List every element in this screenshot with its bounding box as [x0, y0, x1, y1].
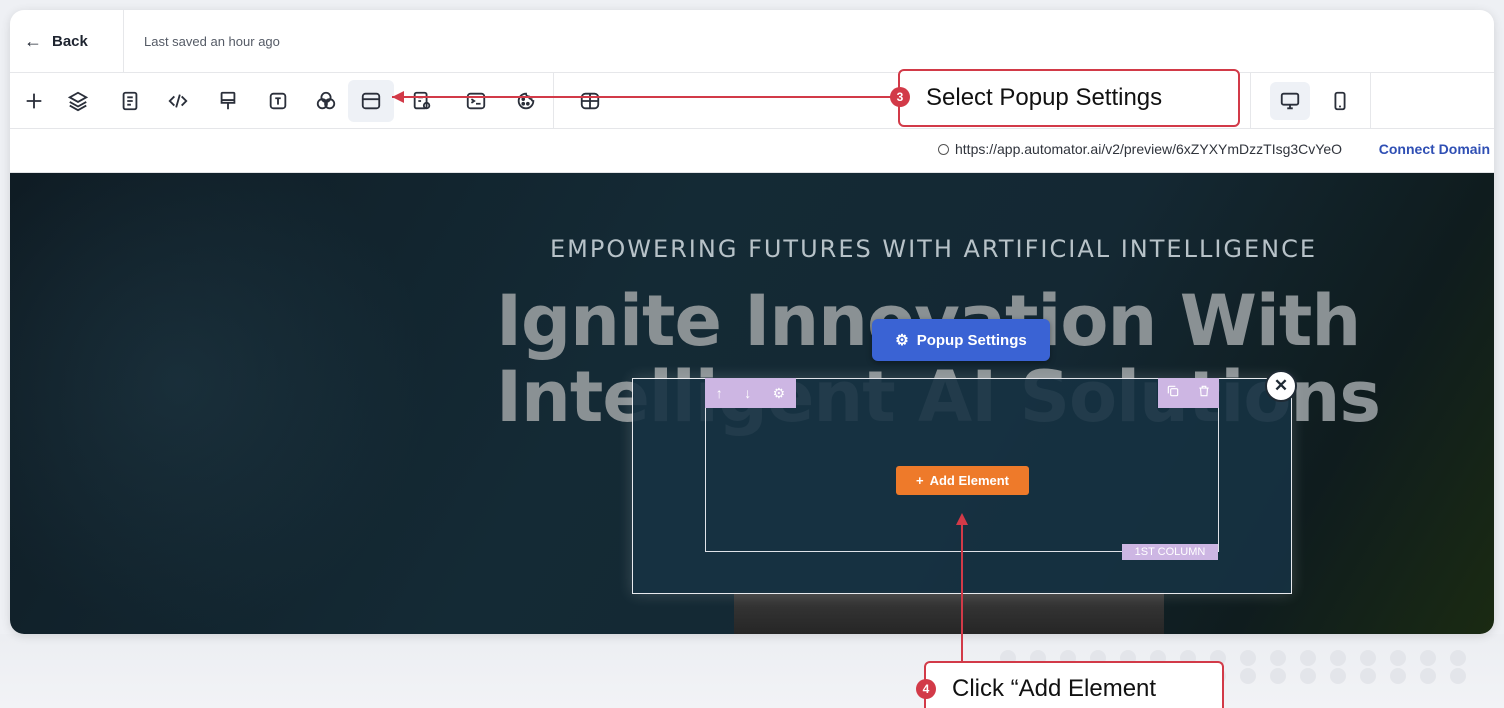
step3-badge: 3 — [890, 87, 910, 107]
step3-callout: Select Popup Settings — [898, 69, 1240, 127]
step4-callout-text: Click “Add Element — [952, 675, 1157, 702]
back-arrow-icon: ← — [24, 30, 42, 51]
builder-window: ← Back Last saved an hour ago https://ap… — [10, 10, 1494, 634]
toolbar-divider — [1250, 73, 1251, 129]
url-bar: https://app.automator.ai/v2/preview/6xZY… — [10, 129, 1494, 173]
close-popup-icon[interactable]: ✕ — [1265, 370, 1297, 402]
move-up-icon[interactable]: ↑ — [716, 385, 723, 401]
background-glow — [10, 173, 430, 633]
gear-icon: ⚙ — [895, 332, 909, 349]
row-toolbar-right — [1158, 378, 1219, 408]
popup-settings-button[interactable]: ⚙ Popup Settings — [872, 319, 1050, 361]
popup-settings-label: Popup Settings — [916, 331, 1027, 349]
back-button[interactable]: ← Back — [10, 10, 124, 73]
desktop-icon[interactable] — [1270, 82, 1310, 120]
step3-callout-text: Select Popup Settings — [926, 84, 1163, 111]
delete-icon[interactable] — [1197, 384, 1211, 403]
columns-icon[interactable] — [570, 82, 610, 120]
search-doc-icon[interactable] — [402, 82, 442, 120]
layers-icon[interactable] — [58, 82, 98, 120]
terminal-icon[interactable] — [456, 82, 496, 120]
top-bar: ← Back Last saved an hour ago — [10, 10, 1494, 73]
toolbar-divider — [553, 73, 554, 129]
move-down-icon[interactable]: ↓ — [744, 385, 751, 401]
preview-url-text: https://app.automator.ai/v2/preview/6xZY… — [955, 141, 1342, 157]
column-label: 1ST COLUMN — [1122, 544, 1218, 560]
hero-image — [734, 591, 1164, 634]
step4-badge: 4 — [916, 679, 936, 699]
connect-domain-link[interactable]: Connect Domain — [1379, 141, 1490, 157]
preview-url[interactable]: https://app.automator.ai/v2/preview/6xZY… — [938, 141, 1342, 157]
back-label: Back — [52, 32, 88, 50]
add-element-button[interactable]: + Add Element — [896, 466, 1029, 495]
toolbar-divider — [1370, 73, 1371, 129]
cookie-icon[interactable] — [506, 82, 546, 120]
add-icon[interactable] — [14, 82, 54, 120]
popup-settings-icon[interactable] — [348, 80, 394, 122]
plus-icon: + — [915, 473, 924, 488]
brush-icon[interactable] — [208, 82, 248, 120]
last-saved-status: Last saved an hour ago — [144, 33, 280, 49]
row-toolbar-left: ↑ ↓ ⚙ — [705, 378, 796, 408]
text-icon[interactable] — [258, 82, 298, 120]
code-icon[interactable] — [158, 82, 198, 120]
page-canvas: EMPOWERING FUTURES WITH ARTIFICIAL INTEL… — [10, 173, 1494, 634]
add-element-label: Add Element — [929, 473, 1010, 488]
mobile-icon[interactable] — [1320, 82, 1360, 120]
step4-callout: Click “Add Element — [924, 661, 1224, 708]
row-settings-icon[interactable]: ⚙ — [773, 385, 786, 402]
editor-toolbar — [10, 73, 1494, 129]
status-circle-icon — [938, 143, 949, 155]
blend-icon[interactable] — [306, 82, 346, 120]
duplicate-icon[interactable] — [1166, 384, 1180, 403]
hero-eyebrow: EMPOWERING FUTURES WITH ARTIFICIAL INTEL… — [550, 235, 1318, 263]
page-icon[interactable] — [110, 82, 150, 120]
